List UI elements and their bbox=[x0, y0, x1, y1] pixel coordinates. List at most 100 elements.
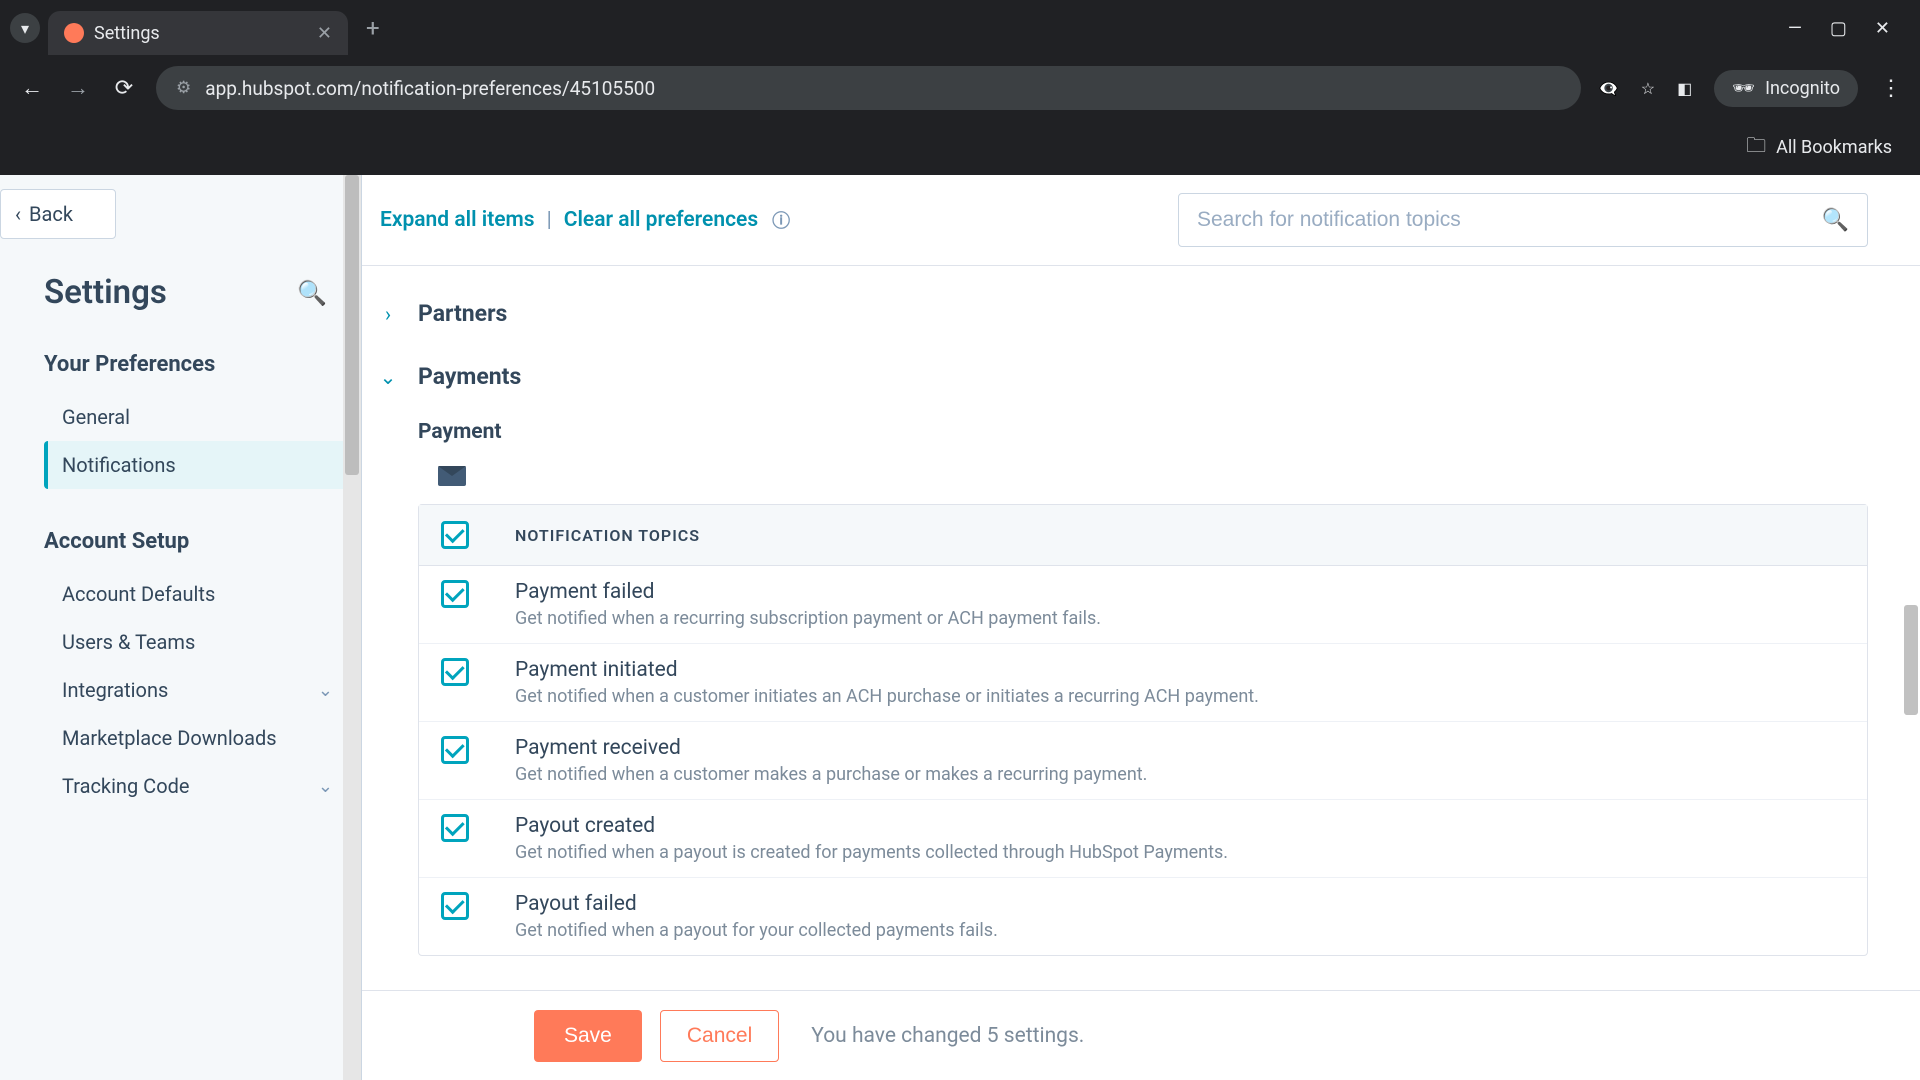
check-icon bbox=[447, 589, 464, 600]
search-input[interactable] bbox=[1197, 208, 1822, 232]
page-title: Settings bbox=[44, 273, 167, 312]
url-text: app.hubspot.com/notification-preferences… bbox=[205, 77, 655, 100]
all-bookmarks-link[interactable]: All Bookmarks bbox=[1776, 137, 1892, 158]
topic-description: Get notified when a payout for your coll… bbox=[515, 920, 998, 941]
app-root: ‹ Back Settings 🔍 Your Preferences Gener… bbox=[0, 175, 1920, 1080]
topics-table-header: NOTIFICATION TOPICS bbox=[419, 505, 1867, 566]
check-icon bbox=[447, 745, 464, 756]
side-panel-icon[interactable]: ◧ bbox=[1677, 79, 1692, 98]
sidebar-item-label: Integrations bbox=[62, 678, 168, 702]
chevron-down-icon: ⌄ bbox=[376, 365, 400, 389]
topic-text: Payout created Get notified when a payou… bbox=[515, 814, 1228, 863]
chevron-down-icon: ⌄ bbox=[318, 776, 333, 797]
topic-checkbox[interactable] bbox=[441, 814, 469, 842]
topic-text: Payout failed Get notified when a payout… bbox=[515, 892, 998, 941]
main-scrollbar[interactable] bbox=[1902, 175, 1920, 990]
incognito-icon: 🕶 bbox=[1732, 78, 1755, 99]
bookmarks-bar: 🗀 All Bookmarks bbox=[0, 120, 1920, 175]
toolbar-right: 👁‍🗨 ☆ ◧ 🕶 Incognito ⋮ bbox=[1599, 70, 1902, 107]
maximize-button[interactable]: ▢ bbox=[1830, 18, 1847, 39]
category-payments: ⌄ Payments Payment NOTIFICATION TOPICS bbox=[376, 351, 1868, 956]
browser-menu-button[interactable]: ⋮ bbox=[1880, 76, 1902, 101]
sidebar-item-label: Users & Teams bbox=[62, 630, 195, 654]
sidebar-item-label: Account Defaults bbox=[62, 582, 215, 606]
scrollbar-thumb[interactable] bbox=[1904, 605, 1918, 715]
bookmark-star-icon[interactable]: ☆ bbox=[1641, 79, 1655, 98]
tabs-dropdown-button[interactable]: ▾ bbox=[10, 13, 40, 43]
forward-button[interactable]: → bbox=[64, 75, 92, 101]
sidebar-item-marketplace[interactable]: Marketplace Downloads bbox=[44, 714, 351, 762]
clear-all-link[interactable]: Clear all preferences bbox=[564, 208, 758, 232]
sidebar-item-label: Tracking Code bbox=[62, 774, 189, 798]
incognito-label: Incognito bbox=[1765, 78, 1840, 99]
channel-icons-row bbox=[376, 456, 1868, 504]
sidebar-section-account: Account Setup Account Defaults Users & T… bbox=[0, 489, 361, 810]
sidebar-item-tracking-code[interactable]: Tracking Code ⌄ bbox=[44, 762, 351, 810]
address-bar[interactable]: ⚙ app.hubspot.com/notification-preferenc… bbox=[156, 66, 1581, 110]
check-icon bbox=[447, 901, 464, 912]
chevron-down-icon: ▾ bbox=[21, 19, 29, 38]
category-title: Partners bbox=[418, 300, 507, 327]
category-header-payments[interactable]: ⌄ Payments bbox=[376, 351, 1868, 402]
expand-all-link[interactable]: Expand all items bbox=[380, 208, 535, 232]
browser-tab[interactable]: Settings ✕ bbox=[48, 11, 348, 55]
check-icon bbox=[447, 530, 464, 541]
topic-checkbox[interactable] bbox=[441, 892, 469, 920]
save-button[interactable]: Save bbox=[534, 1010, 642, 1062]
topic-text: Payment received Get notified when a cus… bbox=[515, 736, 1147, 785]
check-icon bbox=[447, 667, 464, 678]
tab-strip: ▾ Settings ✕ + — ▢ ✕ bbox=[0, 0, 1920, 56]
chevron-down-icon: ⌄ bbox=[318, 680, 333, 701]
browser-chrome: ▾ Settings ✕ + — ▢ ✕ ← → ⟳ ⚙ app.hubspot… bbox=[0, 0, 1920, 175]
select-all-checkbox[interactable] bbox=[441, 521, 469, 549]
sidebar-search-icon[interactable]: 🔍 bbox=[297, 279, 327, 307]
close-tab-button[interactable]: ✕ bbox=[317, 23, 332, 44]
topic-row: Payout created Get notified when a payou… bbox=[419, 800, 1867, 878]
bulk-actions: Expand all items | Clear all preferences… bbox=[380, 207, 790, 233]
topic-title: Payout failed bbox=[515, 892, 998, 916]
eye-off-icon[interactable]: 👁‍🗨 bbox=[1599, 79, 1619, 98]
cancel-button[interactable]: Cancel bbox=[660, 1010, 779, 1062]
scrollbar-thumb[interactable] bbox=[345, 175, 359, 475]
sidebar-item-account-defaults[interactable]: Account Defaults bbox=[44, 570, 351, 618]
sidebar-section-heading: Your Preferences bbox=[44, 352, 351, 377]
sidebar-item-label: General bbox=[62, 405, 130, 429]
incognito-indicator[interactable]: 🕶 Incognito bbox=[1714, 70, 1858, 107]
topic-description: Get notified when a payout is created fo… bbox=[515, 842, 1228, 863]
info-icon[interactable]: ⓘ bbox=[772, 207, 790, 233]
category-title: Payments bbox=[418, 363, 521, 390]
back-button[interactable]: ← bbox=[18, 75, 46, 101]
new-tab-button[interactable]: + bbox=[356, 14, 390, 42]
topic-title: Payout created bbox=[515, 814, 1228, 838]
unsaved-changes-status: You have changed 5 settings. bbox=[811, 1024, 1084, 1048]
check-icon bbox=[447, 823, 464, 834]
sidebar-item-general[interactable]: General bbox=[44, 393, 351, 441]
minimize-button[interactable]: — bbox=[1788, 18, 1802, 39]
topic-checkbox[interactable] bbox=[441, 736, 469, 764]
folder-icon: 🗀 bbox=[1746, 131, 1766, 165]
close-window-button[interactable]: ✕ bbox=[1875, 18, 1890, 39]
topic-row: Payout failed Get notified when a payout… bbox=[419, 878, 1867, 955]
sidebar-item-users-teams[interactable]: Users & Teams bbox=[44, 618, 351, 666]
topic-row: Payment received Get notified when a cus… bbox=[419, 722, 1867, 800]
sidebar-item-notifications[interactable]: Notifications bbox=[44, 441, 351, 489]
sidebar-item-label: Notifications bbox=[62, 453, 176, 477]
search-icon[interactable]: 🔍 bbox=[1822, 208, 1849, 233]
sidebar-item-integrations[interactable]: Integrations ⌄ bbox=[44, 666, 351, 714]
reload-button[interactable]: ⟳ bbox=[110, 76, 138, 101]
sidebar-scrollbar[interactable] bbox=[343, 175, 361, 1080]
divider: | bbox=[543, 208, 556, 232]
tab-title: Settings bbox=[94, 23, 307, 44]
back-label: Back bbox=[29, 202, 73, 226]
category-header-partners[interactable]: › Partners bbox=[376, 288, 1868, 339]
site-settings-icon[interactable]: ⚙ bbox=[176, 78, 191, 98]
topic-checkbox[interactable] bbox=[441, 580, 469, 608]
topic-title: Payment received bbox=[515, 736, 1147, 760]
topic-description: Get notified when a customer makes a pur… bbox=[515, 764, 1147, 785]
topic-checkbox[interactable] bbox=[441, 658, 469, 686]
notification-search[interactable]: 🔍 bbox=[1178, 193, 1868, 247]
chevron-right-icon: › bbox=[376, 302, 400, 326]
save-footer: Save Cancel You have changed 5 settings. bbox=[362, 990, 1920, 1080]
notification-topics-table: NOTIFICATION TOPICS Payment failed Get n… bbox=[418, 504, 1868, 956]
back-button-app[interactable]: ‹ Back bbox=[0, 189, 116, 239]
